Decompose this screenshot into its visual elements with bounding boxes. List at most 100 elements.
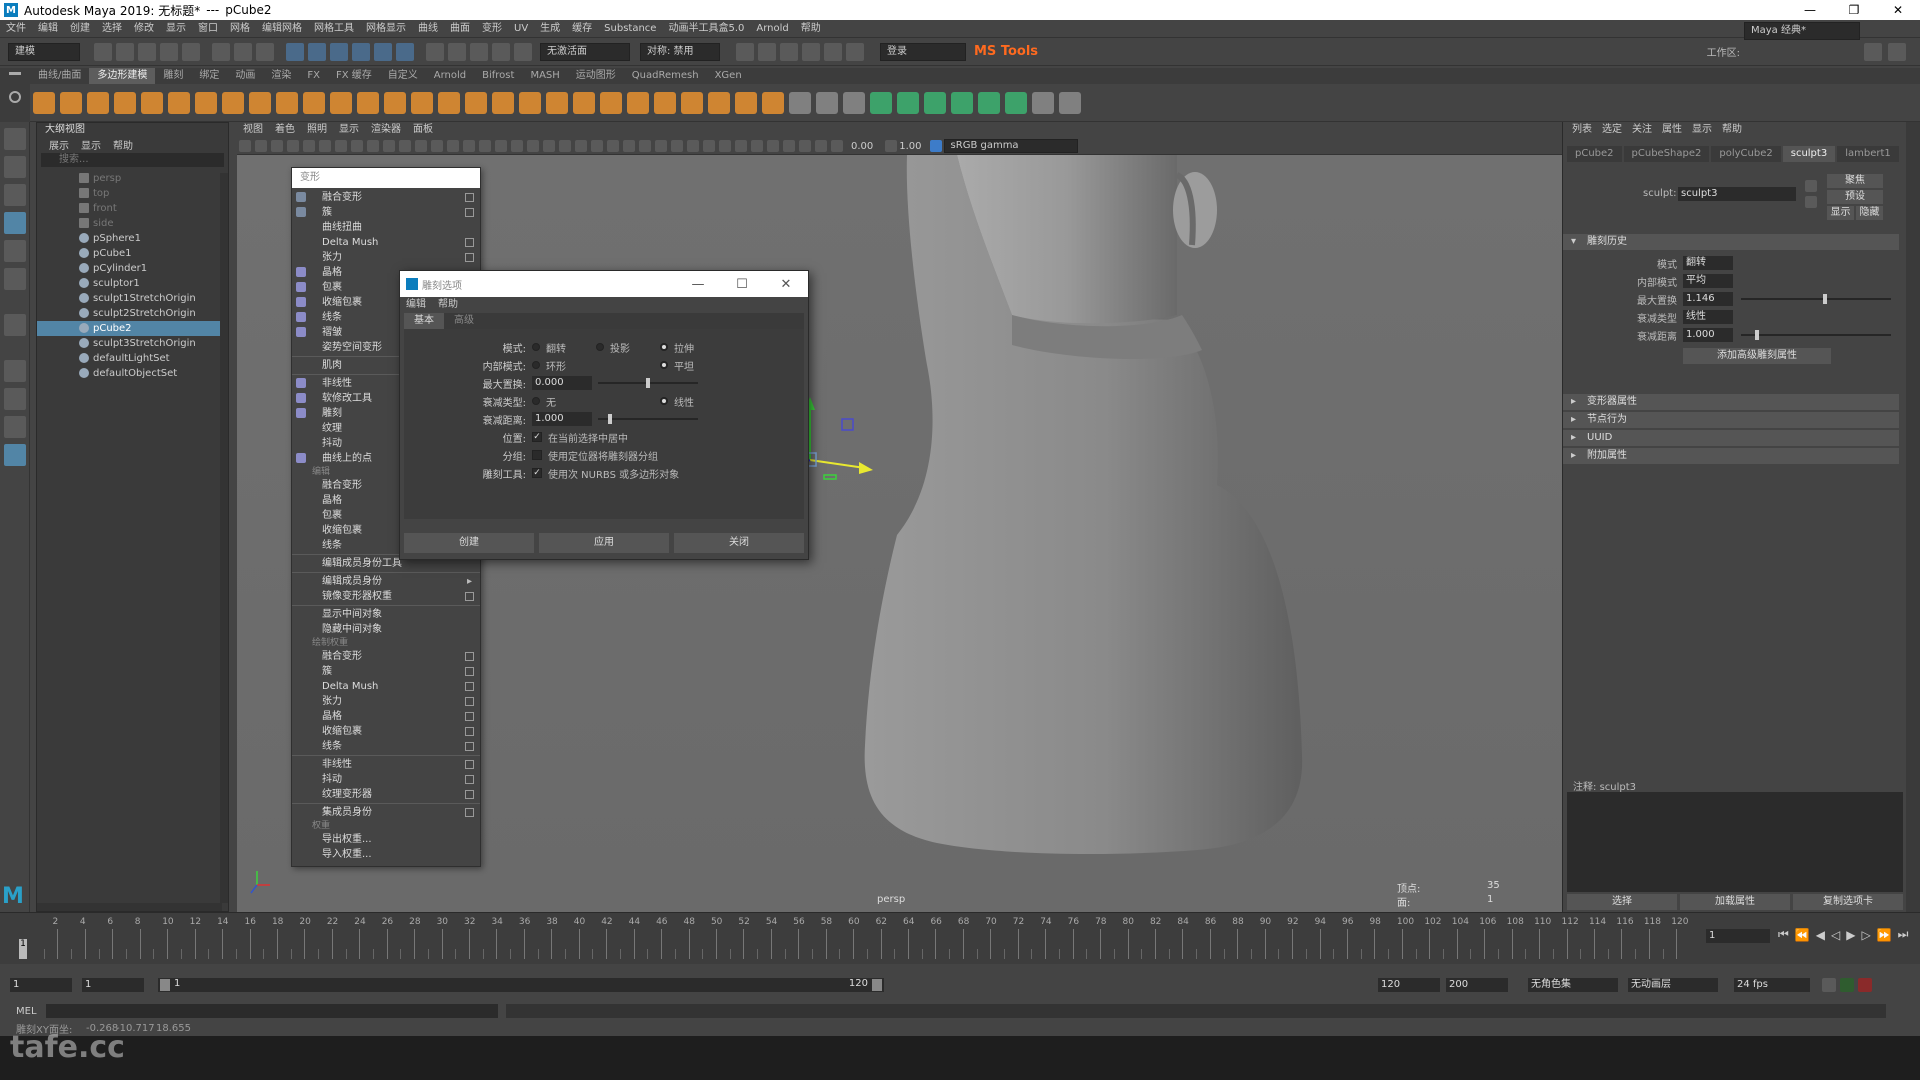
open-scene-icon[interactable] (116, 42, 134, 61)
deform-menu-item[interactable]: 抖动 (292, 772, 480, 787)
attr-inner-select[interactable]: 平均 (1683, 274, 1733, 288)
option-box-icon[interactable] (465, 760, 474, 769)
playback-end-field[interactable]: 120 (1378, 978, 1440, 992)
viewport-tool-16-icon[interactable] (495, 140, 507, 152)
viewport-tool-5-icon[interactable] (319, 140, 331, 152)
menu-item-10[interactable]: 网格显示 (360, 20, 412, 38)
pause-icon[interactable] (846, 42, 864, 61)
attr-menu-5[interactable]: 帮助 (1717, 122, 1747, 138)
shelf-tool-14-icon[interactable] (411, 92, 433, 114)
login-button[interactable]: 登录 (880, 42, 966, 61)
viewport-menu-0[interactable]: 视图 (237, 122, 269, 138)
viewport-tool-14-icon[interactable] (463, 140, 475, 152)
menu-item-3[interactable]: 选择 (96, 20, 128, 38)
mstools-button[interactable]: MS Tools (974, 44, 1038, 59)
menu-item-0[interactable]: 文件 (0, 20, 32, 38)
sculpt-tool-checkbox[interactable]: ✓ (532, 468, 542, 478)
menu-set-selector[interactable]: 建模 (8, 42, 80, 61)
deform-menu-item[interactable]: 融合变形 (292, 190, 480, 205)
viewport-tool-7-icon[interactable] (351, 140, 363, 152)
shelf-tool-10-icon[interactable] (303, 92, 325, 114)
option-box-icon[interactable] (465, 193, 474, 202)
lasso-tool-icon[interactable] (4, 156, 26, 178)
time-slider[interactable]: 2 4 6 8 10 12 14 16 18 20 22 24 26 28 30 32 34 36 38 40 42 44… (0, 912, 1920, 964)
shelf-tab-7[interactable]: FX 缓存 (328, 68, 380, 84)
shelf-tool-35-icon[interactable] (978, 92, 1000, 114)
attr-menu-0[interactable]: 列表 (1567, 122, 1597, 138)
snap-surface-icon[interactable] (492, 42, 510, 61)
end-time-field[interactable]: 200 (1446, 978, 1508, 992)
menu-item-7[interactable]: 网格 (224, 20, 256, 38)
fps-selector[interactable]: 24 fps (1734, 978, 1810, 992)
node-tab-3[interactable]: sculpt3 (1782, 146, 1836, 162)
attr-section-0[interactable]: 变形器属性 (1563, 394, 1899, 410)
attr-mode-select[interactable]: 翻转 (1683, 256, 1733, 270)
group-checkbox[interactable] (532, 450, 542, 460)
attr-section-1[interactable]: 节点行为 (1563, 412, 1899, 428)
focus-button[interactable]: 聚焦 (1827, 174, 1883, 188)
menu-item-18[interactable]: 动画半工具盒5.0 (662, 20, 750, 38)
mask-face-icon[interactable] (352, 42, 370, 61)
shelf-tool-8-icon[interactable] (249, 92, 271, 114)
shelf-tool-25-icon[interactable] (708, 92, 730, 114)
copy-tab-button[interactable]: 复制选项卡 (1793, 894, 1903, 910)
viewport-tool-0-icon[interactable] (239, 140, 251, 152)
shelf-tool-27-icon[interactable] (762, 92, 784, 114)
current-frame-marker[interactable]: 1 (19, 939, 27, 959)
load-attributes-button[interactable]: 加载属性 (1680, 894, 1790, 910)
select-tool-icon[interactable] (4, 128, 26, 150)
outliner-item[interactable]: front (37, 201, 228, 216)
deform-menu-item[interactable]: 簇 (292, 205, 480, 220)
deform-menu-item[interactable]: 非线性 (292, 757, 480, 772)
shelf-tool-13-icon[interactable] (384, 92, 406, 114)
viewport-tool-10-icon[interactable] (399, 140, 411, 152)
mode-flip-radio[interactable] (532, 343, 540, 351)
shelf-tab-14[interactable]: XGen (707, 68, 750, 84)
side-tabs-strip[interactable] (1906, 122, 1920, 912)
menu-item-15[interactable]: 生成 (534, 20, 566, 38)
dialog-close-icon[interactable]: ✕ (764, 271, 808, 297)
shelf-tool-15-icon[interactable] (438, 92, 460, 114)
viewport-tool-11-icon[interactable] (415, 140, 427, 152)
mask-edge-icon[interactable] (330, 42, 348, 61)
anim-prefs-icon[interactable] (1858, 978, 1872, 992)
go-end-icon[interactable]: ⏭ (1898, 927, 1909, 942)
shelf-tool-17-icon[interactable] (492, 92, 514, 114)
attr-menu-1[interactable]: 选定 (1597, 122, 1627, 138)
viewport-menu-1[interactable]: 着色 (269, 122, 301, 138)
option-box-icon[interactable] (465, 667, 474, 676)
view-transform-selector[interactable]: sRGB gamma (943, 139, 1078, 153)
option-box-icon[interactable] (465, 238, 474, 247)
apply-button[interactable]: 应用 (539, 533, 669, 553)
shelf-tool-26-icon[interactable] (735, 92, 757, 114)
show-button[interactable]: 显示 (1827, 206, 1854, 220)
close-icon[interactable]: ✕ (1876, 0, 1920, 20)
shelf-tool-36-icon[interactable] (1005, 92, 1027, 114)
current-frame-field[interactable]: 1 (1706, 929, 1770, 943)
viewport-tool-18-icon[interactable] (527, 140, 539, 152)
viewport-tool-28-icon[interactable] (687, 140, 699, 152)
shelf-tool-1-icon[interactable] (60, 92, 82, 114)
viewport-tool-2-icon[interactable] (271, 140, 283, 152)
shelf-tab-8[interactable]: 自定义 (380, 68, 426, 84)
workspace-selector[interactable]: Maya 经典* (1744, 22, 1860, 40)
outliner-item[interactable]: sculpt3StretchOrigin (37, 336, 228, 351)
undo-icon[interactable] (160, 42, 178, 61)
attr-dist-field[interactable]: 1.000 (1683, 328, 1733, 342)
shelf-tab-5[interactable]: 渲染 (263, 68, 299, 84)
outliner-item[interactable]: top (37, 186, 228, 201)
viewport-tool-24-icon[interactable] (623, 140, 635, 152)
add-advanced-button[interactable]: 添加高级雕刻属性 (1683, 348, 1831, 364)
viewport-tool-4-icon[interactable] (303, 140, 315, 152)
outliner-menu-0[interactable]: 展示 (43, 137, 75, 152)
restore-icon[interactable]: ❐ (1832, 0, 1876, 20)
gamma-icon[interactable] (885, 140, 898, 152)
shelf-tool-18-icon[interactable] (519, 92, 541, 114)
viewport-tool-23-icon[interactable] (607, 140, 619, 152)
viewport-tool-32-icon[interactable] (751, 140, 763, 152)
render-frame-icon[interactable] (758, 42, 776, 61)
shelf-tab-2[interactable]: 雕刻 (155, 68, 191, 84)
menu-item-9[interactable]: 网格工具 (308, 20, 360, 38)
viewport-tool-20-icon[interactable] (559, 140, 571, 152)
menu-item-13[interactable]: 变形 (476, 20, 508, 38)
